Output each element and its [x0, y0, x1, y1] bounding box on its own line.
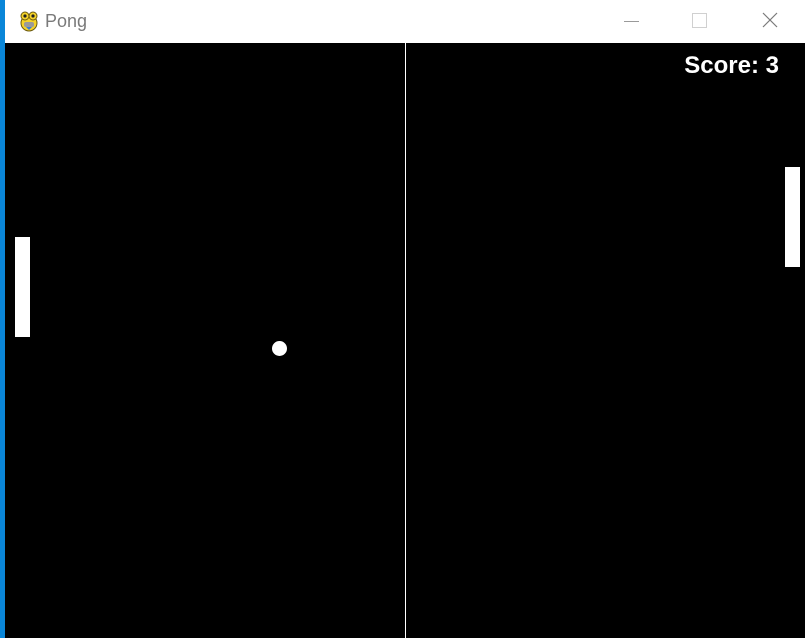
minimize-button[interactable]	[607, 0, 653, 43]
left-paddle	[15, 237, 30, 337]
ball	[272, 341, 287, 356]
score-display: Score: 3	[684, 52, 779, 79]
close-button[interactable]	[747, 0, 793, 43]
right-paddle	[785, 167, 800, 267]
pygame-snake-icon	[17, 8, 41, 32]
game-canvas[interactable]: Score: 3	[5, 43, 805, 638]
maximize-icon	[692, 13, 707, 28]
app-window: Pong Score: 3	[5, 0, 805, 638]
window-title: Pong	[45, 11, 88, 31]
center-net-line	[405, 43, 406, 638]
close-icon	[762, 12, 778, 28]
maximize-button[interactable]	[676, 0, 722, 43]
minimize-icon	[624, 21, 639, 22]
title-bar[interactable]: Pong	[5, 0, 805, 43]
